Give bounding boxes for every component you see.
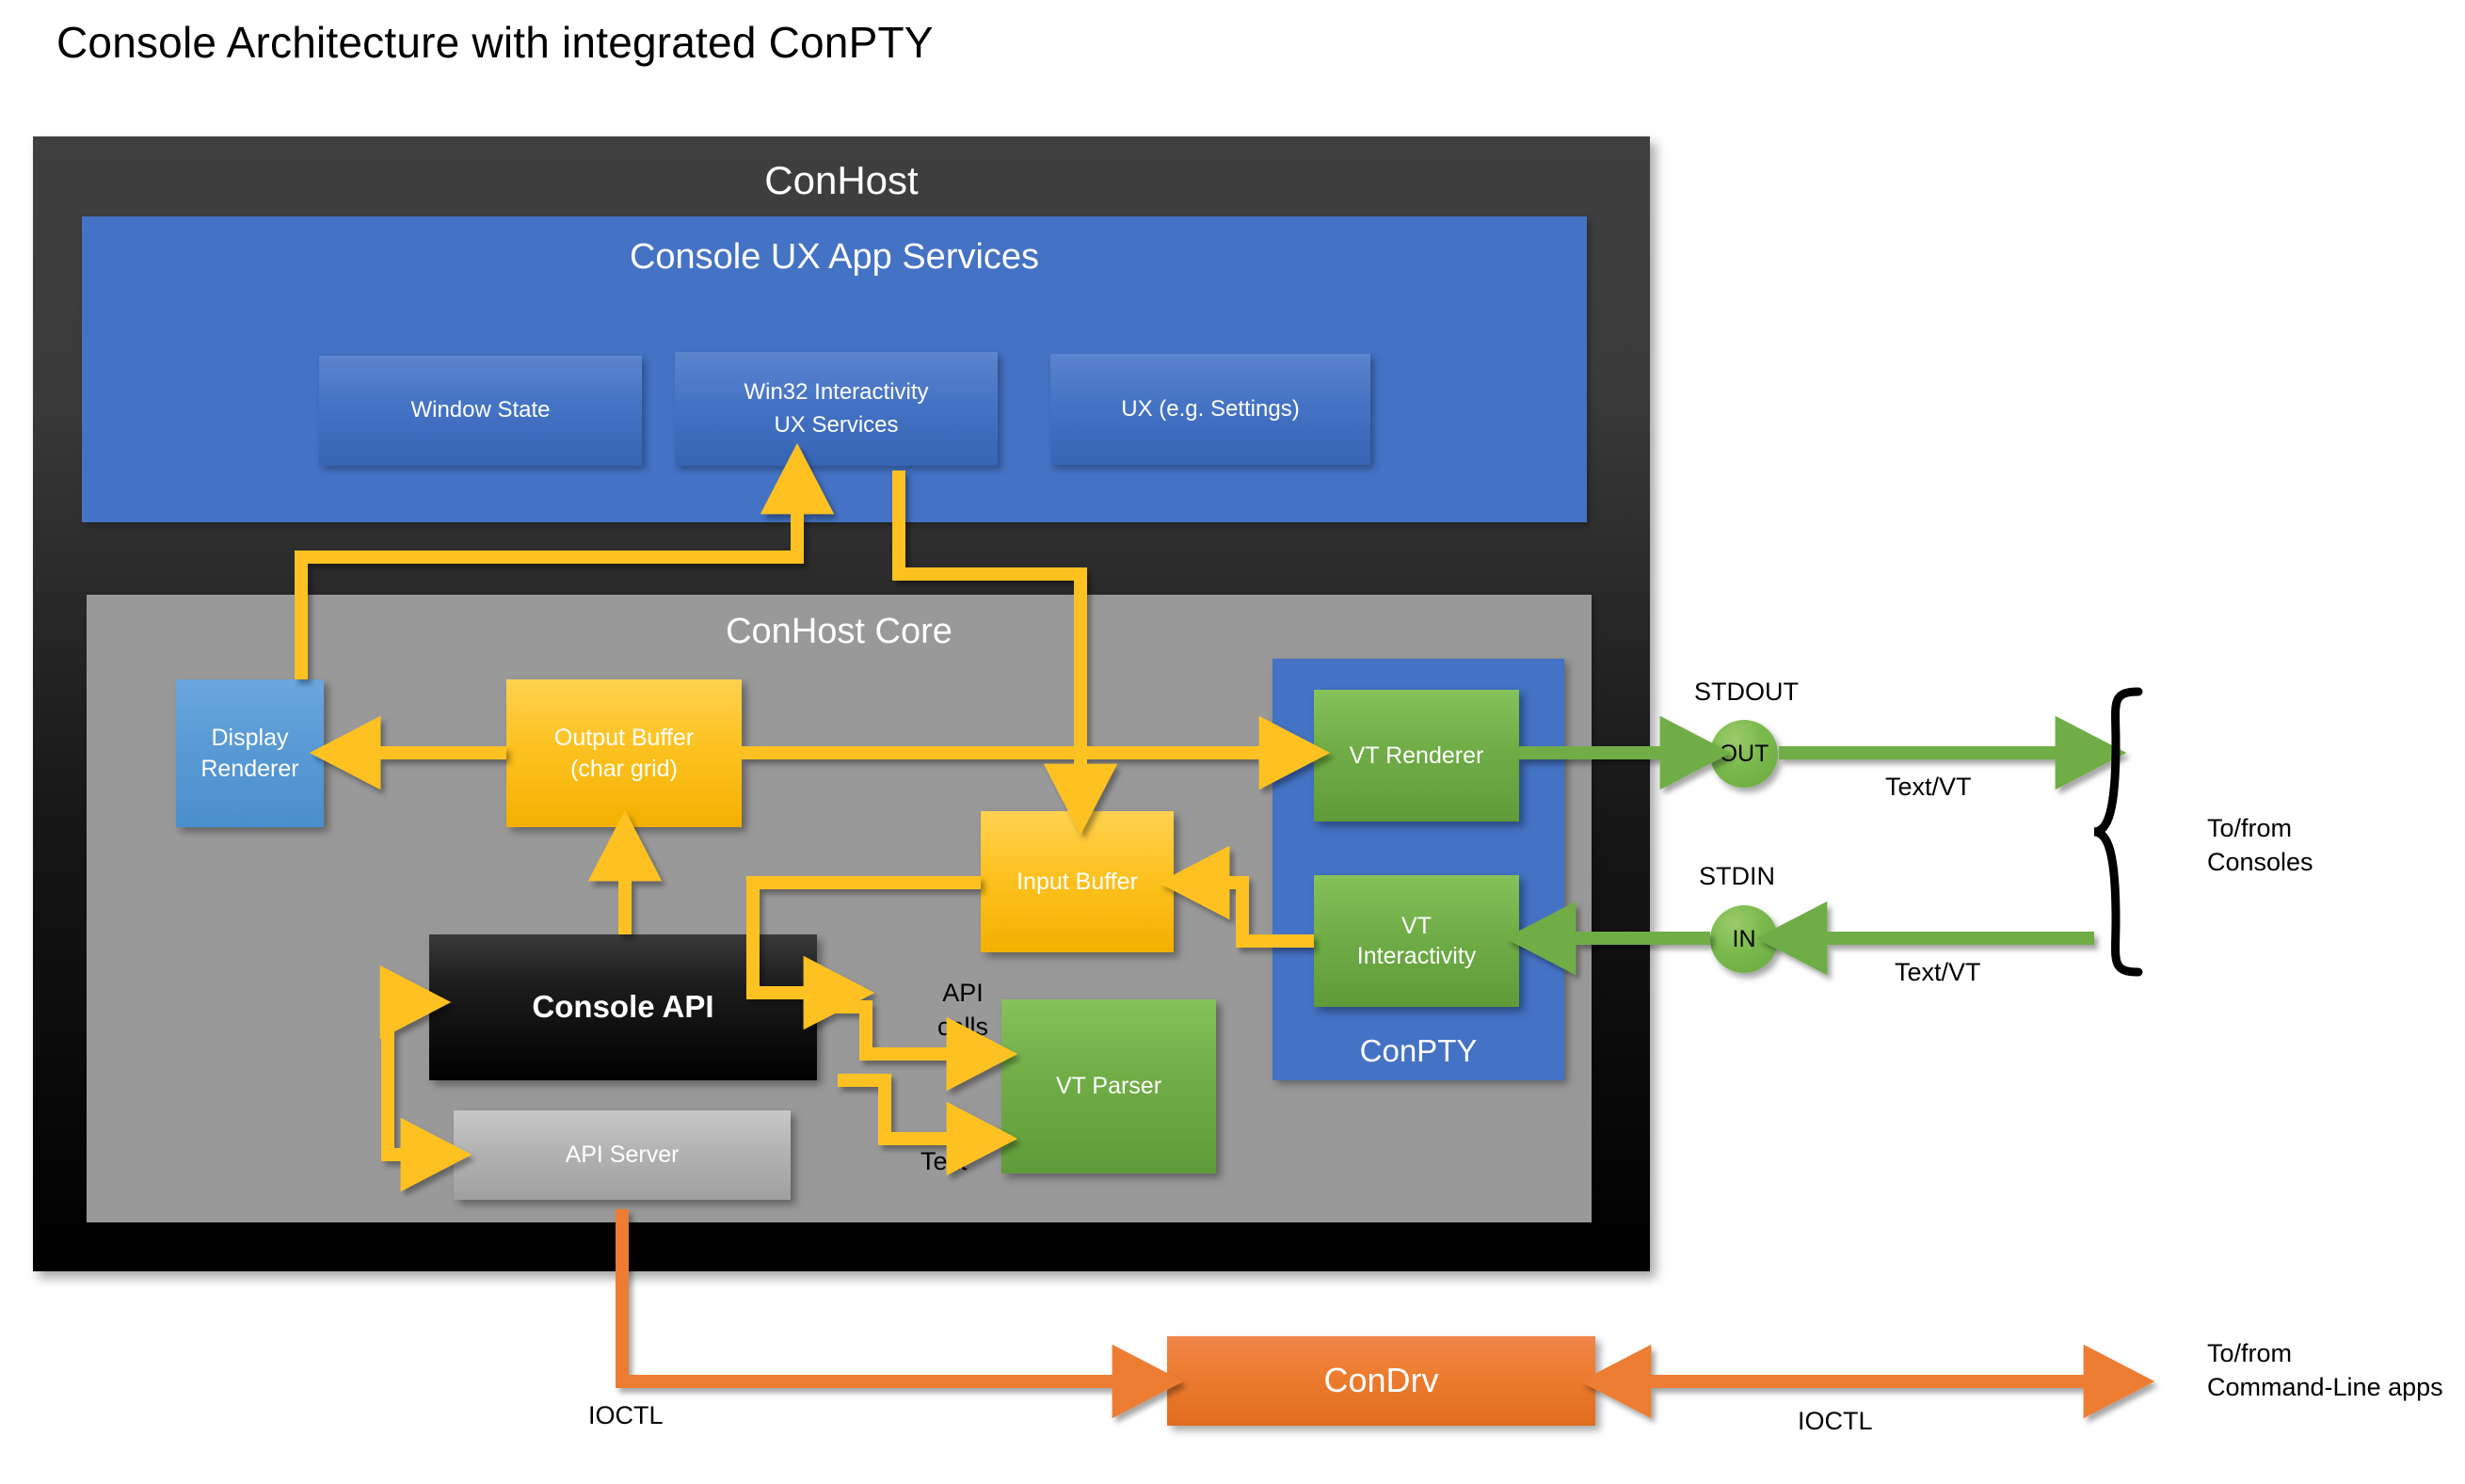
- label-tofrom-command-line-apps: To/from Command-Line apps: [2207, 1339, 2443, 1402]
- node-output-buffer[interactable]: Output Buffer (char grid): [506, 679, 742, 827]
- conhost-core-title: ConHost Core: [726, 612, 952, 651]
- label-ioctl-right: IOCTL: [1798, 1407, 1873, 1435]
- node-display-renderer[interactable]: Display Renderer: [176, 679, 324, 827]
- ux-box-ux-settings[interactable]: UX (e.g. Settings): [1050, 354, 1370, 465]
- label-stdout: STDOUT: [1694, 678, 1799, 706]
- conhost-title: ConHost: [764, 158, 919, 202]
- label-text: Text: [920, 1147, 968, 1175]
- diagram-canvas: Console Architecture with integrated Con…: [0, 0, 2465, 1484]
- stdin-circle[interactable]: IN: [1710, 905, 1778, 973]
- node-console-api[interactable]: Console API: [429, 934, 817, 1080]
- node-vt-parser[interactable]: VT Parser: [1001, 999, 1216, 1173]
- node-vt-renderer[interactable]: VT Renderer: [1314, 690, 1519, 822]
- ux-box-window-state[interactable]: Window State: [319, 356, 642, 466]
- stdout-circle[interactable]: OUT: [1710, 720, 1778, 788]
- node-input-buffer[interactable]: Input Buffer: [981, 811, 1174, 952]
- console-ux-app-services-title: Console UX App Services: [629, 237, 1040, 277]
- label-textvt-stdin: Text/VT: [1895, 958, 1981, 986]
- page-title: Console Architecture with integrated Con…: [56, 18, 934, 67]
- label-tofrom-consoles: To/from Consoles: [2207, 814, 2313, 877]
- label-stdin: STDIN: [1699, 862, 1775, 890]
- conpty-title: ConPTY: [1359, 1033, 1478, 1068]
- node-condrv[interactable]: ConDrv: [1167, 1336, 1595, 1426]
- label-ioctl-left: IOCTL: [588, 1401, 664, 1429]
- label-textvt-stdout: Text/VT: [1885, 773, 1972, 801]
- ux-box-win32-interactivity-ux-services[interactable]: Win32 Interactivity UX Services: [675, 352, 998, 466]
- node-vt-interactivity[interactable]: VT Interactivity: [1314, 875, 1519, 1007]
- node-api-server[interactable]: API Server: [454, 1110, 791, 1200]
- brace-consoles: [2093, 687, 2143, 977]
- label-api-calls: API calls: [937, 979, 989, 1042]
